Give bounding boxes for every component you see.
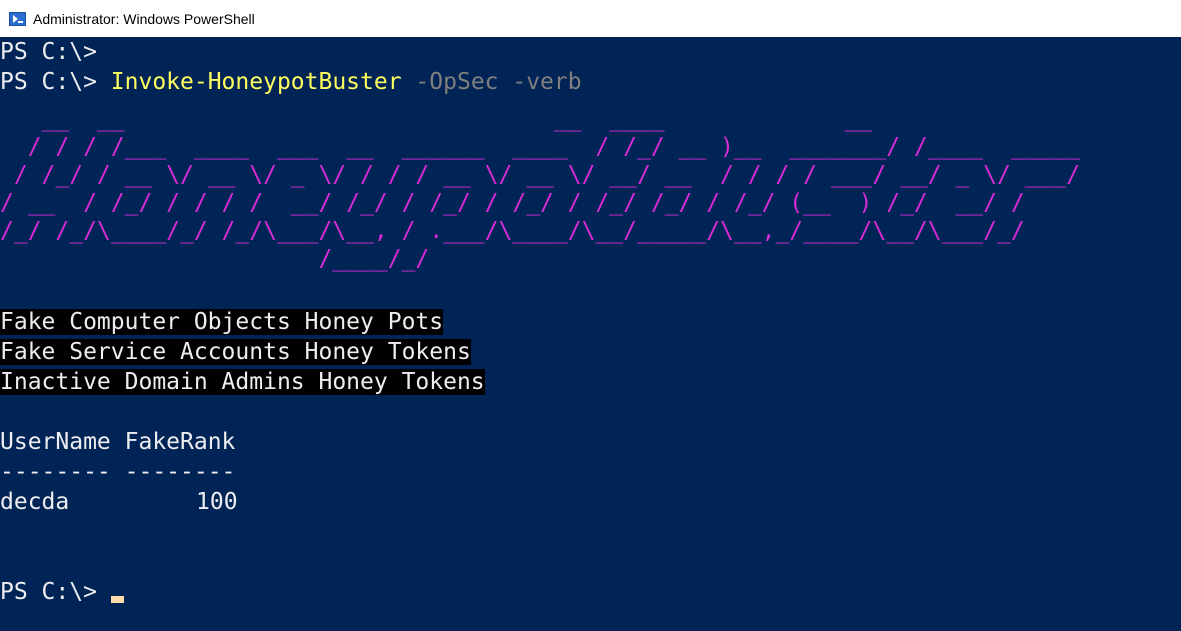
info-line: Fake Service Accounts Honey Tokens bbox=[0, 337, 471, 367]
prompt-text: PS C:\> bbox=[0, 69, 111, 95]
info-line: Fake Computer Objects Honey Pots bbox=[0, 307, 444, 337]
table-header: UserName FakeRank bbox=[0, 429, 236, 455]
window-title: Administrator: Windows PowerShell bbox=[33, 10, 255, 27]
command-name: Invoke-HoneypotBuster bbox=[110, 69, 402, 95]
command-line: PS C:\> Invoke-HoneypotBuster -OpSec -ve… bbox=[0, 67, 582, 97]
text-cursor bbox=[110, 596, 124, 603]
info-text: Inactive Domain Admins Honey Tokens bbox=[0, 369, 485, 395]
ascii-banner: __ __ __ ____ __ / / / /___ ____ ___ __ … bbox=[0, 106, 1081, 272]
cell-username: decda bbox=[0, 489, 70, 515]
title-bar[interactable]: Administrator: Windows PowerShell bbox=[0, 0, 1181, 37]
info-line: Inactive Domain Admins Honey Tokens bbox=[0, 367, 485, 397]
console-output[interactable]: PS C:\> PS C:\> Invoke-HoneypotBuster -O… bbox=[0, 37, 1181, 631]
table-separator: -------- -------- bbox=[0, 459, 236, 485]
command-params: -OpSec -verb bbox=[401, 69, 582, 95]
final-prompt-line[interactable]: PS C:\> bbox=[0, 577, 124, 607]
prompt-text: PS C:\> bbox=[0, 579, 111, 605]
powershell-window: Administrator: Windows PowerShell PS C:\… bbox=[0, 0, 1181, 631]
table-row: decda 100 bbox=[0, 487, 238, 517]
prompt-line-1: PS C:\> bbox=[0, 37, 111, 67]
cell-fakerank: 100 bbox=[196, 489, 238, 515]
prompt-text: PS C:\> bbox=[0, 39, 111, 65]
info-text: Fake Service Accounts Honey Tokens bbox=[0, 339, 471, 365]
powershell-icon bbox=[9, 11, 26, 26]
info-text: Fake Computer Objects Honey Pots bbox=[0, 309, 444, 335]
